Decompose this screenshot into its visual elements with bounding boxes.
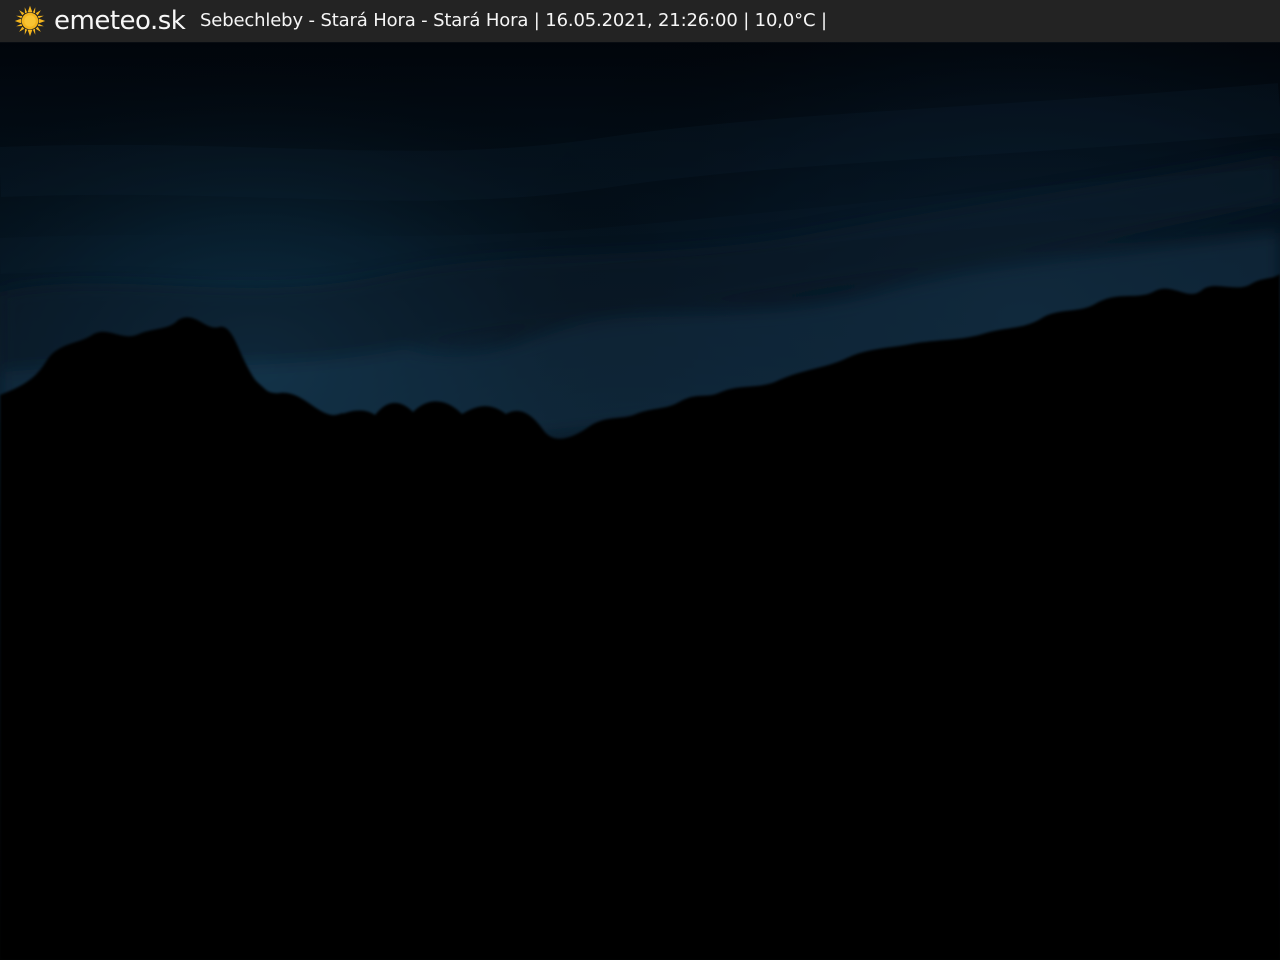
webcam-caption: Sebechleby - Stará Hora - Stará Hora | 1… [200,10,827,31]
night-landscape-view [0,42,1280,960]
night-landscape-image [0,42,1280,960]
top-bar: emeteo.sk Sebechleby - Stará Hora - Star… [0,0,1280,42]
sun-icon [14,5,46,37]
brand-name: emeteo.sk [54,6,186,36]
emeteo-logo: emeteo.sk [14,4,186,38]
webcam-frame: emeteo.sk Sebechleby - Stará Hora - Star… [0,0,1280,960]
